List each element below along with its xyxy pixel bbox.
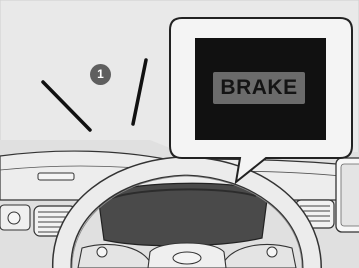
illustration-canvas — [0, 0, 359, 268]
dashboard-illustration: 1 BRAKE — [0, 0, 359, 268]
brake-indicator: BRAKE — [213, 72, 305, 104]
side-vent-knob — [7, 211, 21, 225]
defrost-vent-left — [37, 172, 75, 181]
callout-number-badge: 1 — [90, 64, 111, 85]
infotainment-glass — [340, 163, 359, 227]
brand-emblem — [172, 251, 202, 265]
